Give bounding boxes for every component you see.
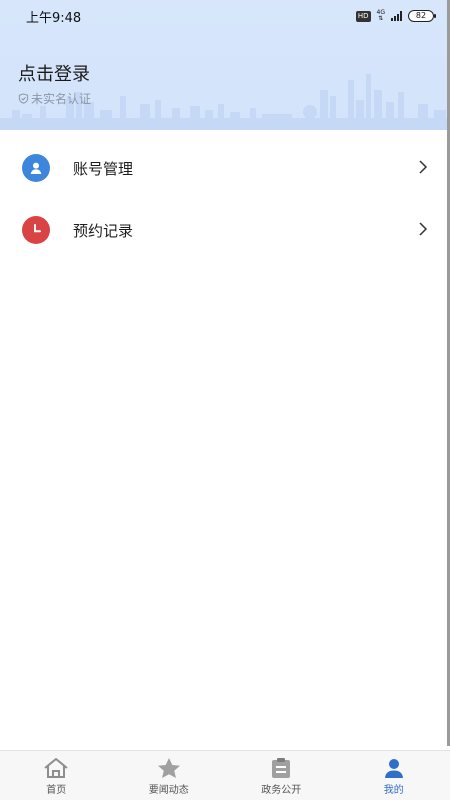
home-icon (44, 758, 68, 778)
tab-mine[interactable]: 我的 (338, 751, 450, 800)
clock-icon (22, 216, 50, 244)
tab-label: 要闻动态 (148, 785, 189, 796)
battery-icon: 82 (408, 10, 436, 22)
tab-label: 首页 (46, 785, 67, 796)
menu-item-label: 预约记录 (73, 221, 134, 240)
profile-header: 上午9:48 HD 4G ⇅ 82 点击登录 未实名认证 (0, 0, 450, 130)
menu-item-label: 账号管理 (73, 159, 134, 178)
menu-item-account-management[interactable]: 账号管理 (0, 137, 450, 199)
signal-icon (391, 11, 402, 21)
menu-item-booking-records[interactable]: 预约记录 (0, 199, 450, 261)
status-indicators: HD 4G ⇅ 82 (355, 9, 436, 22)
chevron-right-icon (419, 160, 428, 174)
profile-icon (384, 759, 403, 778)
status-time: 上午9:48 (26, 10, 82, 26)
verification-status[interactable]: 未实名认证 (18, 90, 91, 107)
tab-home[interactable]: 首页 (0, 751, 113, 800)
hd-icon: HD (355, 10, 371, 22)
clipboard-icon (272, 758, 291, 778)
star-icon (157, 758, 180, 778)
status-bar: 上午9:48 HD 4G ⇅ 82 (0, 0, 450, 32)
tab-label: 政务公开 (261, 785, 302, 796)
battery-level: 82 (415, 11, 427, 20)
tab-news[interactable]: 要闻动态 (113, 751, 226, 800)
tab-label: 我的 (383, 785, 404, 796)
login-link[interactable]: 点击登录 (18, 60, 90, 86)
tab-government-affairs[interactable]: 政务公开 (225, 751, 338, 800)
bottom-tab-bar: 首页 要闻动态 政务公开 我的 (0, 750, 450, 800)
network-icon: 4G ⇅ (376, 9, 385, 22)
verification-label: 未实名认证 (31, 92, 92, 106)
user-icon (22, 154, 50, 182)
shield-icon (18, 93, 29, 104)
chevron-right-icon (419, 222, 428, 236)
